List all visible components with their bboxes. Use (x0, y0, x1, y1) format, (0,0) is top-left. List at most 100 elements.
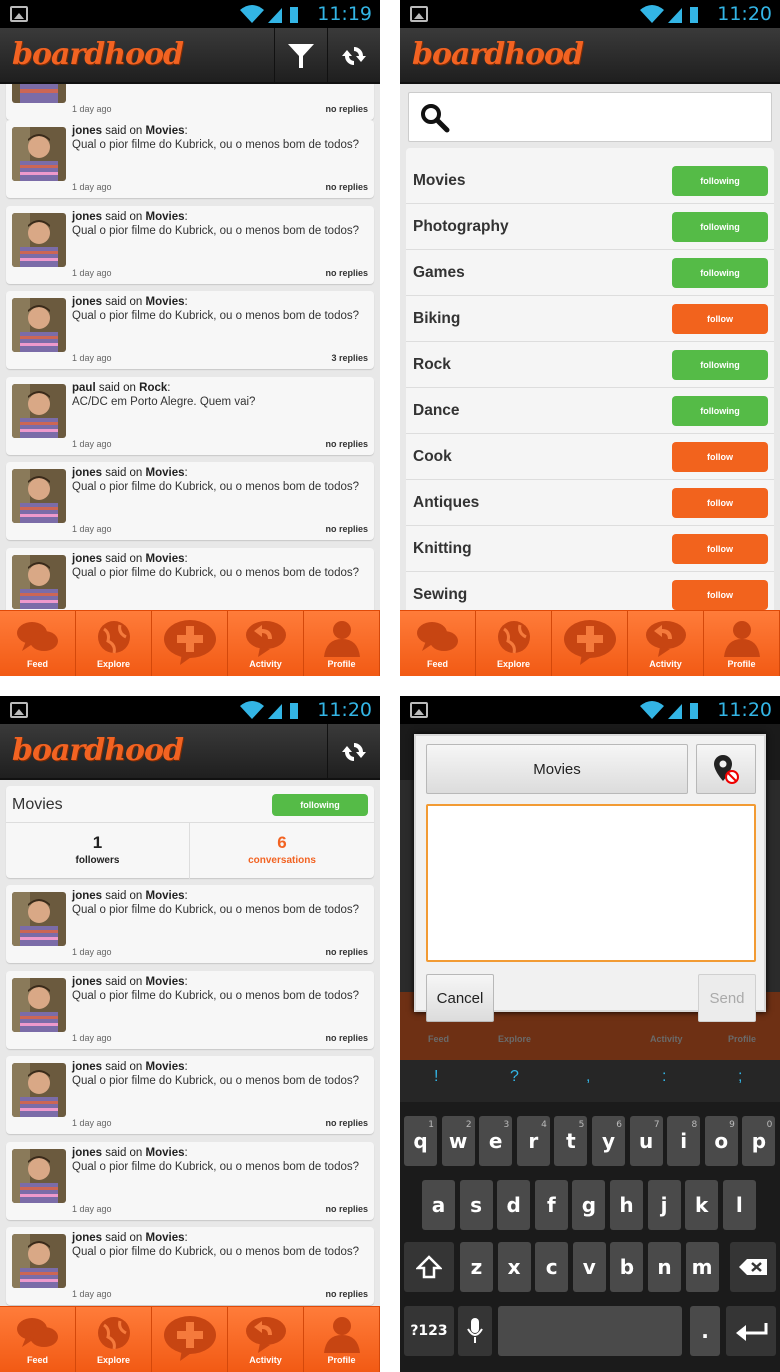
key-w[interactable]: w2 (441, 1116, 475, 1166)
topic-row[interactable]: Rock following (406, 342, 774, 388)
key-q[interactable]: q1 (404, 1116, 437, 1166)
feed-item[interactable]: jones said on Movies: Qual o pior filme d… (6, 970, 374, 1049)
key-l[interactable]: l (722, 1180, 756, 1230)
following-button[interactable]: following (672, 396, 768, 426)
key-g[interactable]: g (572, 1180, 606, 1230)
board-link[interactable]: Movies (146, 1232, 185, 1244)
voice-input-key[interactable] (458, 1306, 492, 1356)
key-y[interactable]: y6 (592, 1116, 625, 1166)
username[interactable]: jones (72, 553, 102, 565)
username[interactable]: jones (72, 976, 102, 988)
board-link[interactable]: Movies (146, 125, 185, 137)
enter-key[interactable] (726, 1306, 776, 1356)
tab-feed[interactable]: Feed (0, 611, 76, 676)
feed-item[interactable]: jones said on Movies: Qual o pior filme d… (6, 1227, 374, 1305)
tab-explore[interactable]: Explore (76, 1307, 152, 1372)
feed-item[interactable]: jones said on Movies: Qual o pior filme d… (6, 547, 374, 610)
topic-row[interactable]: Dance following (406, 388, 774, 434)
board-link[interactable]: Movies (146, 211, 185, 223)
period-key[interactable]: . (690, 1306, 720, 1356)
follow-button[interactable]: follow (672, 534, 768, 564)
key-e[interactable]: e3 (479, 1116, 513, 1166)
tab-profile[interactable]: Profile (304, 611, 380, 676)
topic-row[interactable]: Movies following (406, 158, 774, 204)
suggestion-key[interactable]: : (662, 1068, 666, 1086)
tab-explore[interactable]: Explore (476, 611, 552, 676)
key-d[interactable]: d (497, 1180, 531, 1230)
tab-profile[interactable]: Profile (704, 611, 780, 676)
key-n[interactable]: n (648, 1242, 681, 1292)
board-link[interactable]: Movies (146, 1061, 185, 1073)
follow-button[interactable]: follow (672, 304, 768, 334)
username[interactable]: jones (72, 125, 102, 137)
following-button[interactable]: following (672, 350, 768, 380)
board-link[interactable]: Movies (146, 553, 185, 565)
tab-feed[interactable]: Feed (400, 611, 476, 676)
tab-activity[interactable]: Activity (628, 611, 704, 676)
topic-row[interactable]: Knitting follow (406, 526, 774, 572)
username[interactable]: jones (72, 467, 102, 479)
topic-row[interactable]: Antiques follow (406, 480, 774, 526)
shift-key[interactable] (404, 1242, 454, 1292)
feed-item[interactable]: jones said on Movies: Qual o pior filme d… (6, 120, 374, 198)
key-r[interactable]: r4 (516, 1116, 550, 1166)
key-u[interactable]: u7 (629, 1116, 663, 1166)
key-o[interactable]: o9 (704, 1116, 738, 1166)
topic-row[interactable]: Biking follow (406, 296, 774, 342)
key-t[interactable]: t5 (554, 1116, 588, 1166)
symbols-key[interactable]: ?123 (404, 1306, 454, 1356)
follow-button[interactable]: follow (672, 488, 768, 518)
suggestion-key[interactable]: ? (510, 1068, 519, 1086)
feed-item[interactable]: jones said on Movies: Qual o pior filme d… (6, 1056, 374, 1134)
key-z[interactable]: z (460, 1242, 493, 1292)
topic-row[interactable]: Photography following (406, 204, 774, 250)
topic-row[interactable]: Cook follow (406, 434, 774, 480)
feed-item[interactable]: jones said on Movies: Qual o pior filme d… (6, 885, 374, 963)
username[interactable]: jones (72, 211, 102, 223)
location-button[interactable] (696, 744, 756, 794)
key-s[interactable]: s (459, 1180, 493, 1230)
feed-item[interactable]: jones said on Movies: Qual o pior filme d… (6, 1141, 374, 1220)
suggestion-key[interactable]: , (586, 1068, 590, 1086)
username[interactable]: jones (72, 1147, 102, 1159)
topic-row[interactable]: Games following (406, 250, 774, 296)
key-h[interactable]: h (610, 1180, 643, 1230)
board-link[interactable]: Movies (146, 1147, 185, 1159)
follow-button[interactable]: follow (672, 442, 768, 472)
key-a[interactable]: a (422, 1180, 455, 1230)
key-b[interactable]: b (610, 1242, 644, 1292)
board-link[interactable]: Movies (146, 890, 185, 902)
following-button[interactable]: following (672, 166, 768, 196)
key-c[interactable]: c (535, 1242, 569, 1292)
suggestion-key[interactable]: ! (434, 1068, 438, 1086)
message-textarea[interactable] (426, 804, 756, 962)
send-button[interactable]: Send (698, 974, 756, 1022)
topic-row[interactable]: Sewing follow (406, 572, 774, 610)
tab-new-post[interactable] (152, 1307, 228, 1372)
suggestion-key[interactable]: ; (738, 1068, 742, 1086)
board-link[interactable]: Movies (146, 296, 185, 308)
feed-item[interactable]: paul said on Rock: AC/DC em Porto Alegre.… (6, 376, 374, 455)
tab-activity[interactable]: Activity (228, 611, 304, 676)
space-key[interactable] (498, 1306, 682, 1356)
feed-item[interactable]: jones said on Movies: Qual o pior filme d… (6, 291, 374, 369)
refresh-button[interactable] (327, 28, 379, 84)
tab-explore[interactable]: Explore (76, 611, 152, 676)
username[interactable]: paul (72, 382, 96, 394)
feed-item[interactable]: jones said on Movies: Qual o pior filme d… (6, 462, 374, 540)
key-f[interactable]: f (534, 1180, 568, 1230)
board-link[interactable]: Movies (146, 976, 185, 988)
feed-item[interactable]: jones said on Movies: Qual o pior filme d… (6, 205, 374, 284)
key-k[interactable]: k (685, 1180, 719, 1230)
board-link[interactable]: Movies (146, 467, 185, 479)
board-select-button[interactable]: Movies (426, 744, 688, 794)
filter-button[interactable] (274, 28, 326, 84)
key-v[interactable]: v (572, 1242, 606, 1292)
followers-stat[interactable]: 1 followers (6, 823, 190, 879)
follow-button[interactable]: follow (672, 580, 768, 610)
key-i[interactable]: i8 (667, 1116, 701, 1166)
key-p[interactable]: p0 (742, 1116, 776, 1166)
backspace-key[interactable] (730, 1242, 776, 1292)
key-m[interactable]: m (685, 1242, 719, 1292)
key-j[interactable]: j (647, 1180, 681, 1230)
